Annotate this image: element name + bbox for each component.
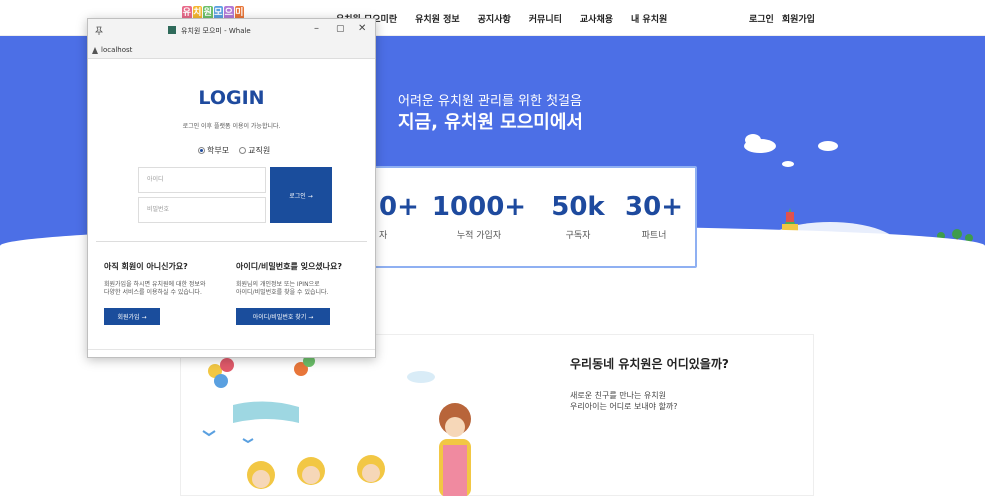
main-menu: 유치원 모으미란 유치원 정보 공지사항 커뮤니티 교사채용 내 유치원 xyxy=(336,12,667,25)
forgot-description: 회원님의 개인정보 또는 IPIN으로 아이디/비밀번호를 찾을 수 있습니다. xyxy=(236,281,328,297)
radio-unchecked-icon xyxy=(239,147,247,154)
hero-title: 지금, 유치원 모으미에서 xyxy=(398,112,583,133)
stat-number: 30+ xyxy=(625,192,683,222)
no-account-description: 회원가입을 하시면 유치원에 대한 정보와 다양한 서비스를 이용하실 수 있습… xyxy=(104,281,205,297)
window-footer xyxy=(88,349,375,357)
id-input[interactable]: 아이디 xyxy=(138,167,266,193)
find-account-button[interactable]: 아이디/비밀번호 찾기 → xyxy=(236,308,330,325)
stat-label: 자 xyxy=(379,231,388,241)
login-title: LOGIN xyxy=(198,87,265,109)
divider xyxy=(96,241,367,242)
stat-number: 50k xyxy=(551,192,605,222)
warning-icon xyxy=(92,47,98,54)
stat-item: 50k 구독자 xyxy=(543,192,613,241)
hero-subtitle: 어려운 유치원 관리를 위한 첫걸음 xyxy=(398,94,582,109)
forgot-desc-line: 아이디/비밀번호를 찾을 수 있습니다. xyxy=(236,289,329,296)
stat-number: 0+ xyxy=(379,192,419,222)
kids-illustration xyxy=(202,355,471,496)
no-account-title: 아직 회원이 아니신가요? xyxy=(104,262,188,271)
stat-label: 파트너 xyxy=(641,231,667,241)
nav-item-jobs[interactable]: 교사채용 xyxy=(580,12,613,25)
login-button[interactable]: 로그인 → xyxy=(270,167,332,223)
auth-links: 로그인 회원가입 xyxy=(749,12,815,25)
no-account-desc-line: 다양한 서비스를 이용하실 수 있습니다. xyxy=(104,289,202,296)
stat-label: 누적 가입자 xyxy=(456,231,502,241)
radio-teacher[interactable]: 교직원 xyxy=(239,145,270,156)
radio-teacher-label: 교직원 xyxy=(248,146,271,155)
password-input[interactable]: 비밀번호 xyxy=(138,197,266,223)
section-desc-line: 우리아이는 어디로 보내야 할까? xyxy=(570,402,678,411)
signup-button[interactable]: 회원가입 → xyxy=(104,308,160,325)
radio-parent[interactable]: 학부모 xyxy=(198,145,229,156)
no-account-desc-line: 회원가입을 하시면 유치원에 대한 정보와 xyxy=(104,281,206,288)
maximize-icon[interactable]: ▢ xyxy=(336,24,345,34)
stat-label: 구독자 xyxy=(565,231,591,241)
login-popup-window: 유치원 모으미 - Whale – ▢ ✕ localhost LOGIN 로그… xyxy=(87,18,376,358)
forgot-title: 아이디/비밀번호를 잊으셨나요? xyxy=(236,262,343,271)
address-bar[interactable]: localhost xyxy=(88,43,375,59)
stat-item: 0+ 자 xyxy=(379,192,419,241)
close-icon[interactable]: ✕ xyxy=(358,23,366,34)
stat-item: 30+ 파트너 xyxy=(619,192,689,241)
pin-icon[interactable] xyxy=(94,26,104,36)
nav-item-notice[interactable]: 공지사항 xyxy=(478,12,511,25)
nav-item-community[interactable]: 커뮤니티 xyxy=(529,12,562,25)
radio-parent-label: 학부모 xyxy=(207,146,230,155)
signup-link[interactable]: 회원가입 xyxy=(782,12,815,25)
window-titlebar[interactable]: 유치원 모으미 - Whale – ▢ ✕ xyxy=(88,19,375,43)
window-title: 유치원 모으미 - Whale xyxy=(181,27,251,35)
forgot-desc-line: 회원님의 개인정보 또는 IPIN으로 xyxy=(236,281,320,288)
minimize-icon[interactable]: – xyxy=(314,23,319,34)
nav-item-info[interactable]: 유치원 정보 xyxy=(415,12,460,25)
site-favicon-icon xyxy=(168,26,176,34)
address-text: localhost xyxy=(101,46,133,54)
section-description: 새로운 친구를 만나는 유치원 우리아이는 어디로 보내야 할까? xyxy=(570,390,678,412)
stat-number: 1000+ xyxy=(431,192,527,222)
login-link[interactable]: 로그인 xyxy=(749,12,774,25)
login-description: 로그인 이후 플랫폼 이용이 가능합니다. xyxy=(182,123,281,130)
stats-panel: 0+ 자 1000+ 누적 가입자 50k 구독자 30+ 파트너 xyxy=(365,166,697,268)
section-desc-line: 새로운 친구를 만나는 유치원 xyxy=(570,391,666,400)
nav-item-my-kindergarten[interactable]: 내 유치원 xyxy=(631,12,667,25)
stat-item: 1000+ 누적 가입자 xyxy=(429,192,529,241)
radio-checked-icon xyxy=(198,147,205,154)
section-title: 우리동네 유치원은 어디있을까? xyxy=(570,357,729,371)
user-type-radio-group: 학부모 교직원 xyxy=(198,145,270,156)
